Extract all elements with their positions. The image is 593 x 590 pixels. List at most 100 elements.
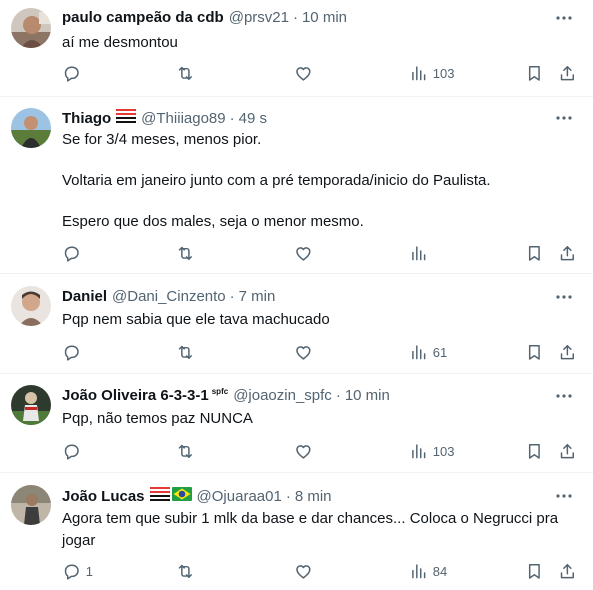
tweet-text: Se for 3/4 meses, menos pior. Voltaria e… xyxy=(62,131,491,230)
avatar[interactable] xyxy=(11,108,51,148)
display-name[interactable]: Daniel xyxy=(62,288,107,306)
heart-icon xyxy=(296,345,311,360)
handle[interactable]: @prsv21 xyxy=(229,9,289,27)
views-button[interactable]: 103 xyxy=(409,61,454,85)
avatar[interactable] xyxy=(11,286,51,326)
timestamp[interactable]: 10 min xyxy=(302,9,347,27)
display-name[interactable]: Thiago xyxy=(62,110,111,128)
separator: · xyxy=(292,9,298,26)
tweet[interactable]: Daniel @Dani_Cinzento · 7 min Pqp nem sa… xyxy=(0,274,593,374)
handle[interactable]: @Ojuaraa01 xyxy=(197,488,282,506)
view-count: 103 xyxy=(432,443,455,459)
share-button[interactable] xyxy=(558,241,577,265)
flag-emoji xyxy=(115,108,137,128)
like-button[interactable] xyxy=(294,340,313,364)
share-button[interactable] xyxy=(558,61,577,85)
tweet[interactable]: Thiago @Thiiiago89 · 49 s Se for 3/4 mes… xyxy=(0,97,593,274)
flag-emoji xyxy=(149,486,171,506)
retweet-icon xyxy=(178,564,192,578)
separator: · xyxy=(285,487,291,505)
views-button[interactable]: 84 xyxy=(409,559,447,583)
timestamp[interactable]: 49 s xyxy=(239,110,267,128)
timestamp[interactable]: 7 min xyxy=(239,288,276,306)
retweet-icon xyxy=(178,246,192,260)
retweet-button[interactable] xyxy=(176,340,195,364)
retweet-icon xyxy=(178,345,192,359)
tweet[interactable]: João Oliveira 6-3-3-1 spfc @joaozin_spfc… xyxy=(0,374,593,473)
view-count: 103 xyxy=(432,65,455,81)
reply-button[interactable] xyxy=(62,61,86,85)
share-icon xyxy=(560,245,574,260)
separator: · xyxy=(229,109,235,127)
retweet-icon xyxy=(178,444,192,458)
more-icon[interactable] xyxy=(553,386,575,406)
avatar[interactable] xyxy=(11,385,51,425)
timestamp[interactable]: 10 min xyxy=(345,387,390,405)
tweet-header: João Lucas @Ojuaraa01 · 8 min xyxy=(62,486,332,506)
like-button[interactable] xyxy=(294,439,313,463)
share-button[interactable] xyxy=(558,559,577,583)
tweet-header: João Oliveira 6-3-3-1 spfc @joaozin_spfc… xyxy=(62,387,390,405)
reply-icon xyxy=(64,66,79,82)
display-name[interactable]: João Oliveira 6-3-3-1 xyxy=(62,387,209,405)
bookmark-icon xyxy=(528,563,540,579)
retweet-button[interactable] xyxy=(176,61,195,85)
like-button[interactable] xyxy=(294,559,313,583)
like-button[interactable] xyxy=(294,61,313,85)
retweet-button[interactable] xyxy=(176,439,195,463)
handle[interactable]: @joaozin_spfc xyxy=(233,387,332,405)
reply-button[interactable] xyxy=(62,241,86,265)
views-icon xyxy=(412,66,426,80)
reply-button[interactable] xyxy=(62,340,86,364)
reply-button[interactable]: 1 xyxy=(62,559,93,583)
tweet[interactable]: paulo campeão da cdb @prsv21 · 10 min aí… xyxy=(0,0,593,97)
reply-icon xyxy=(64,564,79,580)
retweet-button[interactable] xyxy=(176,241,195,265)
handle[interactable]: @Thiiiago89 xyxy=(141,110,225,128)
bookmark-button[interactable] xyxy=(525,439,544,463)
action-bar: 103 xyxy=(62,439,579,463)
views-icon xyxy=(412,564,426,578)
more-icon[interactable] xyxy=(553,8,575,28)
heart-icon xyxy=(296,66,311,81)
views-icon xyxy=(412,345,426,359)
more-icon[interactable] xyxy=(553,108,575,128)
tweet-text: Pqp, não temos paz NUNCA xyxy=(62,410,253,427)
bookmark-icon xyxy=(528,65,540,81)
views-button[interactable]: 103 xyxy=(409,439,454,463)
tweet[interactable]: João Lucas @Ojuaraa01 · 8 min Agora tem … xyxy=(0,473,593,590)
share-button[interactable] xyxy=(558,340,577,364)
display-name[interactable]: João Lucas xyxy=(62,488,145,506)
more-icon[interactable] xyxy=(553,287,575,307)
reply-icon xyxy=(64,345,79,361)
separator: · xyxy=(229,288,235,305)
brazil-flag-emoji xyxy=(171,487,192,506)
like-button[interactable] xyxy=(294,241,313,265)
name-superscript: spfc xyxy=(211,387,229,396)
separator: · xyxy=(335,387,341,404)
bookmark-button[interactable] xyxy=(525,559,544,583)
tweet-text: aí me desmontou xyxy=(62,34,178,51)
reply-button[interactable] xyxy=(62,439,86,463)
view-count: 84 xyxy=(432,563,448,579)
retweet-button[interactable] xyxy=(176,559,195,583)
bookmark-button[interactable] xyxy=(525,340,544,364)
handle[interactable]: @Dani_Cinzento xyxy=(112,288,226,306)
bookmark-button[interactable] xyxy=(525,241,544,265)
bookmark-button[interactable] xyxy=(525,61,544,85)
timestamp[interactable]: 8 min xyxy=(295,488,332,506)
avatar[interactable] xyxy=(11,8,51,48)
more-icon[interactable] xyxy=(553,486,575,506)
views-button[interactable] xyxy=(409,241,433,265)
action-bar: 1 84 xyxy=(62,559,579,583)
views-icon xyxy=(412,444,426,458)
display-name[interactable]: paulo campeão da cdb xyxy=(62,9,224,27)
tweet-text: Agora tem que subir 1 mlk da base e dar … xyxy=(62,510,563,549)
avatar[interactable] xyxy=(11,485,51,525)
retweet-icon xyxy=(178,66,192,80)
heart-icon xyxy=(296,564,311,579)
tweet-header: paulo campeão da cdb @prsv21 · 10 min xyxy=(62,9,347,27)
share-button[interactable] xyxy=(558,439,577,463)
views-button[interactable]: 61 xyxy=(409,340,447,364)
share-icon xyxy=(560,344,574,359)
